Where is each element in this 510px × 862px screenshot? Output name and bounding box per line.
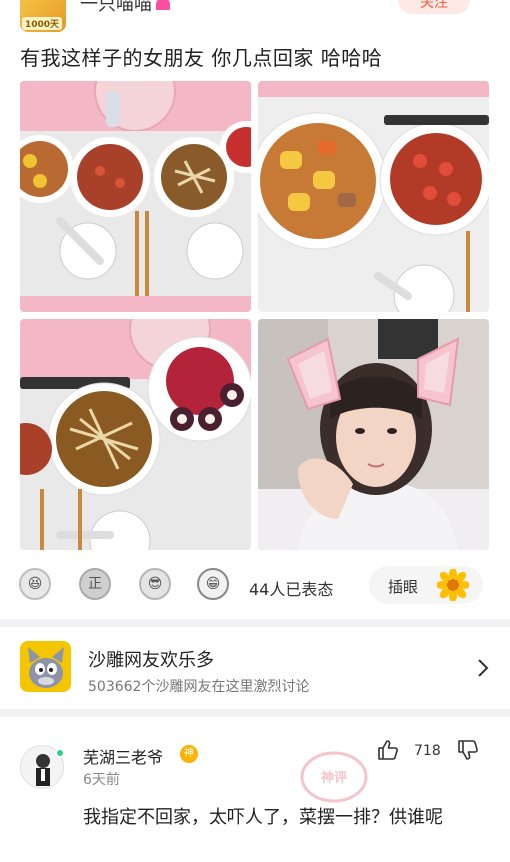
sunflower-icon bbox=[437, 569, 469, 601]
thumbs-up-icon[interactable] bbox=[376, 738, 400, 762]
heart-icon bbox=[156, 0, 170, 10]
reaction-bar: 😆 正 😎 😁 44人已表态 插眼 bbox=[0, 562, 510, 608]
insert-eye-button[interactable]: 插眼 bbox=[369, 566, 483, 604]
author-avatar[interactable]: 1000天 bbox=[20, 0, 66, 32]
comment-time: 6天前 bbox=[83, 772, 120, 788]
follow-button[interactable]: 关注 bbox=[398, 0, 470, 14]
god-review-stamp: 神评 bbox=[298, 750, 370, 804]
chevron-right-icon bbox=[478, 659, 489, 677]
post-header: 1000天 一只喵喵 关注 bbox=[0, 0, 510, 34]
food-table-image bbox=[20, 81, 251, 312]
sunglasses-face-icon[interactable]: 😎 bbox=[139, 568, 171, 600]
food-table-image-2 bbox=[20, 319, 251, 550]
group-cat-avatar-icon bbox=[20, 641, 71, 692]
comment-item: 芜湖三老爷 神 6天前 神评 718 我指定不回家，太吓人了，菜摆一排？供谁呢 bbox=[0, 717, 510, 862]
grinning-face-icon[interactable]: 😁 bbox=[197, 568, 229, 600]
divider bbox=[0, 709, 510, 717]
post-title: 有我这样子的女朋友 你几点回家 哈哈哈 bbox=[20, 46, 383, 70]
divider bbox=[0, 619, 510, 627]
insert-eye-label: 插眼 bbox=[388, 578, 419, 596]
group-card[interactable]: 沙雕网友欢乐多 503662个沙雕网友在这里激烈讨论 bbox=[0, 627, 510, 709]
thumbs-down-icon[interactable] bbox=[456, 738, 480, 762]
post-image-2[interactable] bbox=[258, 81, 489, 312]
group-name: 沙雕网友欢乐多 bbox=[88, 650, 214, 671]
post-image-4[interactable] bbox=[258, 319, 489, 550]
like-count: 718 bbox=[414, 743, 441, 759]
zheng-face-icon[interactable]: 正 bbox=[79, 568, 111, 600]
god-comment-badge: 神 bbox=[180, 745, 198, 763]
post-image-1[interactable] bbox=[20, 81, 251, 312]
food-closeup-image bbox=[258, 81, 489, 312]
group-description: 503662个沙雕网友在这里激烈讨论 bbox=[88, 679, 310, 695]
comment-text: 我指定不回家，太吓人了，菜摆一排？供谁呢 bbox=[83, 807, 443, 828]
selfie-image bbox=[258, 319, 489, 550]
days-badge: 1000天 bbox=[22, 17, 63, 30]
online-status-dot bbox=[55, 748, 65, 758]
laughing-face-icon[interactable]: 😆 bbox=[19, 568, 51, 600]
reaction-count[interactable]: 44人已表态 bbox=[249, 576, 333, 600]
commenter-name[interactable]: 芜湖三老爷 bbox=[83, 744, 163, 768]
post-image-3[interactable] bbox=[20, 319, 251, 550]
author-name[interactable]: 一只喵喵 bbox=[80, 0, 170, 16]
